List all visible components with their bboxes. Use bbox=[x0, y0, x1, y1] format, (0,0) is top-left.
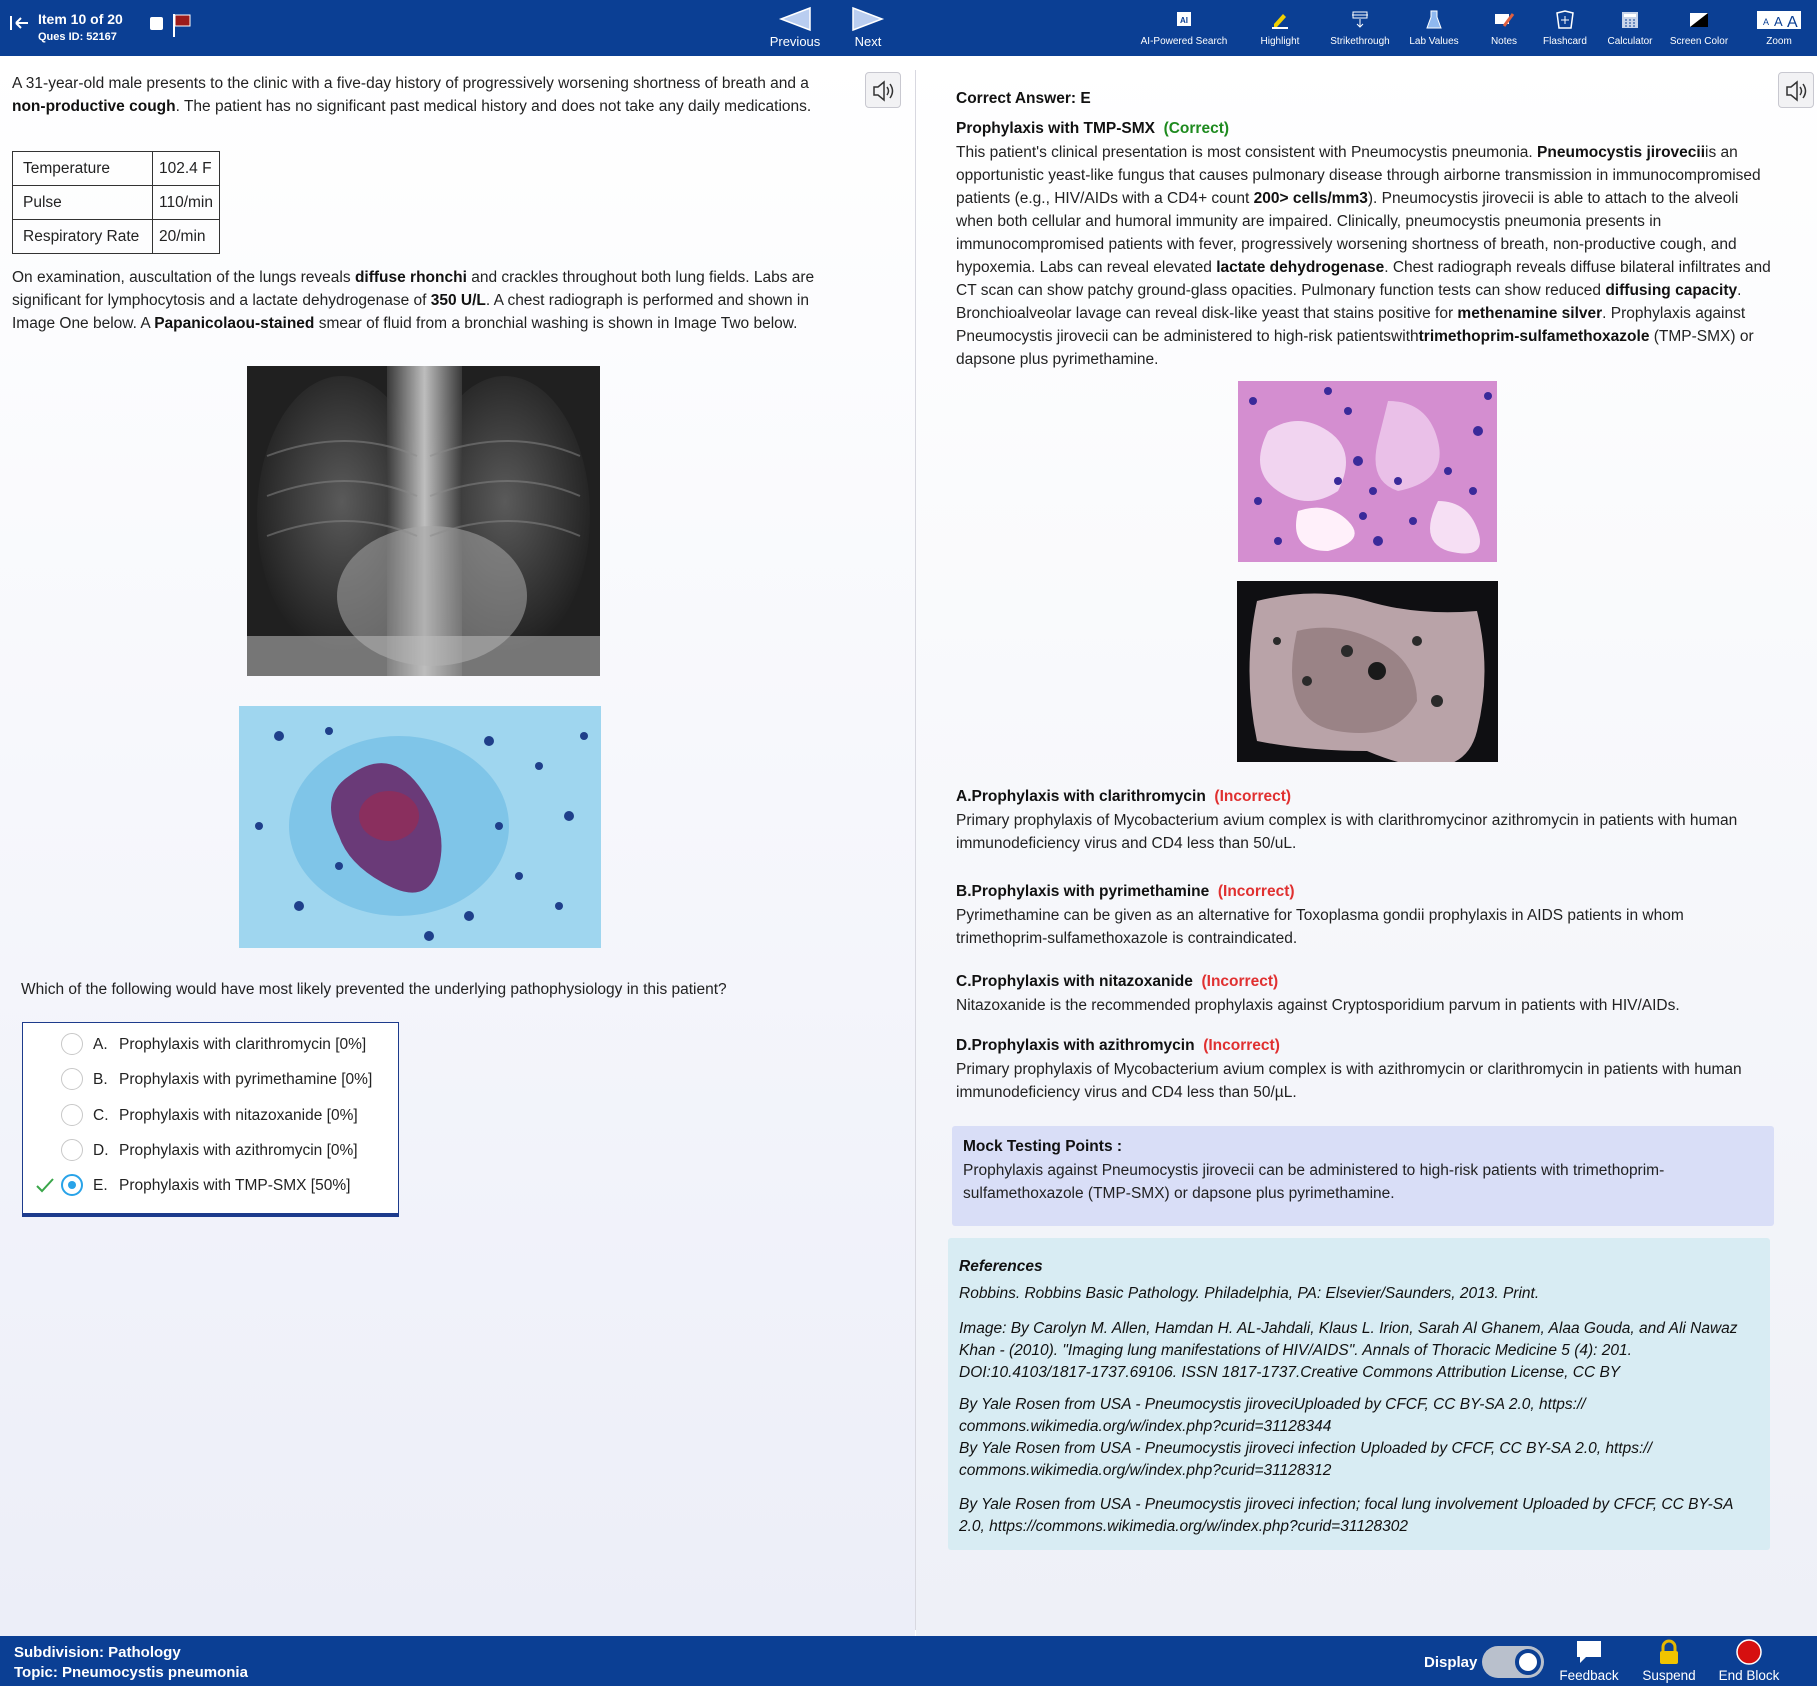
option-d-explanation: Primary prophylaxis of Mycobacterium avi… bbox=[956, 1061, 1742, 1101]
mark-checkbox[interactable] bbox=[150, 17, 163, 30]
ai-icon: AI bbox=[1177, 12, 1191, 26]
incorrect-tag: (Incorrect) bbox=[1203, 1037, 1280, 1054]
calculator-icon bbox=[1622, 12, 1638, 28]
radio-button[interactable] bbox=[61, 1139, 83, 1161]
bottom-bar: Subdivision: Pathology Topic: Pneumocyst… bbox=[0, 1636, 1817, 1686]
feedback-button[interactable]: Feedback bbox=[1556, 1638, 1622, 1683]
table-row: Respiratory Rate 20/min bbox=[12, 219, 220, 254]
screen-color-tool[interactable]: Screen Color bbox=[1666, 6, 1732, 52]
flag-icon[interactable] bbox=[172, 12, 192, 38]
incorrect-tag: (Incorrect) bbox=[1214, 788, 1292, 805]
exam-findings: On examination, auscultation of the lung… bbox=[12, 269, 815, 332]
item-counter: Item 10 of 20 bbox=[38, 11, 123, 27]
zoom-font-icon: AAA bbox=[1757, 11, 1801, 31]
correct-answer-title: Prophylaxis with TMP-SMX (Correct) bbox=[956, 120, 1230, 137]
option-a-title: A.Prophylaxis with clarithromycin (Incor… bbox=[956, 788, 1292, 805]
reference-item: Image: By Carolyn M. Allen, Hamdan H. AL… bbox=[959, 1320, 1738, 1381]
table-row: Temperature 102.4 F bbox=[12, 151, 220, 186]
option-d-title: D.Prophylaxis with azithromycin (Incorre… bbox=[956, 1037, 1280, 1054]
topic-label: Topic: Pneumocystis pneumonia bbox=[14, 1664, 248, 1681]
radio-button-selected[interactable] bbox=[61, 1174, 83, 1196]
next-button[interactable]: Next bbox=[833, 4, 903, 52]
svg-text:A: A bbox=[1763, 17, 1769, 27]
suspend-button[interactable]: Suspend bbox=[1640, 1638, 1698, 1683]
reference-item: By Yale Rosen from USA - Pneumocystis ji… bbox=[959, 1440, 1652, 1479]
exit-arrow-icon[interactable] bbox=[8, 12, 30, 34]
flask-icon bbox=[1426, 10, 1442, 29]
answer-option-c[interactable]: C. Prophylaxis with nitazoxanide [0%] bbox=[23, 1099, 400, 1133]
svg-text:A: A bbox=[1774, 14, 1783, 29]
mock-text: Prophylaxis against Pneumocystis jirovec… bbox=[963, 1162, 1665, 1202]
incorrect-tag: (Incorrect) bbox=[1201, 973, 1279, 990]
highlighter-icon bbox=[1272, 14, 1288, 29]
ai-search-tool[interactable]: AI AI-Powered Search bbox=[1138, 6, 1230, 52]
reference-item: By Yale Rosen from USA - Pneumocystis ji… bbox=[959, 1396, 1586, 1435]
mock-title: Mock Testing Points : bbox=[963, 1138, 1123, 1155]
option-c-explanation: Nitazoxanide is the recommended prophyla… bbox=[956, 997, 1680, 1014]
lab-values-tool[interactable]: Lab Values bbox=[1406, 6, 1462, 52]
option-c-title: C.Prophylaxis with nitazoxanide (Incorre… bbox=[956, 973, 1279, 990]
contrast-icon bbox=[1690, 13, 1708, 27]
strikethrough-icon bbox=[1352, 11, 1368, 28]
histology-image[interactable] bbox=[1238, 381, 1497, 562]
gross-lung-image[interactable] bbox=[1237, 581, 1498, 762]
lock-icon bbox=[1660, 1639, 1678, 1664]
calculator-tool[interactable]: Calculator bbox=[1603, 6, 1657, 52]
svg-text:A: A bbox=[1787, 14, 1798, 31]
read-aloud-button[interactable] bbox=[1778, 72, 1814, 108]
answer-option-a[interactable]: A. Prophylaxis with clarithromycin [0%] bbox=[23, 1028, 400, 1062]
read-aloud-button[interactable] bbox=[865, 72, 901, 108]
answer-option-e[interactable]: E. Prophylaxis with TMP-SMX [50%] bbox=[23, 1169, 400, 1203]
answer-option-d[interactable]: D. Prophylaxis with azithromycin [0%] bbox=[23, 1134, 400, 1168]
option-b-title: B.Prophylaxis with pyrimethamine (Incorr… bbox=[956, 883, 1295, 900]
notes-tool[interactable]: Notes bbox=[1484, 6, 1524, 52]
stop-circle-icon bbox=[1736, 1639, 1762, 1665]
question-id: Ques ID: 52167 bbox=[38, 31, 117, 43]
subdivision-label: Subdivision: Pathology bbox=[14, 1644, 181, 1661]
option-b-explanation: Pyrimethamine can be given as an alterna… bbox=[956, 907, 1684, 947]
display-toggle[interactable] bbox=[1482, 1646, 1544, 1678]
pap-smear-image[interactable] bbox=[239, 706, 601, 948]
references-box: References Robbins. Robbins Basic Pathol… bbox=[948, 1238, 1770, 1550]
radio-button[interactable] bbox=[61, 1033, 83, 1055]
chest-xray-image[interactable] bbox=[247, 366, 600, 676]
top-toolbar: Item 10 of 20 Ques ID: 52167 Previous Ne… bbox=[0, 0, 1817, 56]
answer-choices: A. Prophylaxis with clarithromycin [0%] … bbox=[22, 1022, 399, 1217]
question-prompt: Which of the following would have most l… bbox=[21, 981, 727, 998]
explanation-body: This patient's clinical presentation is … bbox=[956, 144, 1771, 368]
reference-item: Robbins. Robbins Basic Pathology. Philad… bbox=[959, 1285, 1540, 1302]
references-title: References bbox=[959, 1258, 1043, 1275]
option-a-explanation: Primary prophylaxis of Mycobacterium avi… bbox=[956, 812, 1738, 852]
mock-testing-points: Mock Testing Points : Prophylaxis agains… bbox=[952, 1126, 1774, 1226]
speaker-icon bbox=[1786, 80, 1807, 102]
notes-icon bbox=[1495, 13, 1515, 27]
display-label: Display bbox=[1424, 1654, 1478, 1671]
reference-item: By Yale Rosen from USA - Pneumocystis ji… bbox=[959, 1496, 1733, 1535]
table-row: Pulse 110/min bbox=[12, 185, 220, 220]
end-block-button[interactable]: End Block bbox=[1716, 1638, 1782, 1683]
speaker-icon bbox=[873, 80, 894, 102]
flashcard-icon bbox=[1556, 10, 1574, 29]
question-stem: A 31-year-old male presents to the clini… bbox=[12, 75, 812, 115]
correct-tag: (Correct) bbox=[1163, 120, 1230, 137]
strikethrough-tool[interactable]: Strikethrough bbox=[1328, 6, 1392, 52]
triangle-right-icon bbox=[852, 6, 885, 32]
incorrect-tag: (Incorrect) bbox=[1217, 883, 1295, 900]
svg-text:AI: AI bbox=[1180, 16, 1188, 25]
answer-option-b[interactable]: B. Prophylaxis with pyrimethamine [0%] bbox=[23, 1063, 400, 1097]
radio-button[interactable] bbox=[61, 1104, 83, 1126]
vitals-table: Temperature 102.4 F Pulse 110/min Respirat… bbox=[12, 151, 220, 254]
checkmark-icon bbox=[36, 1178, 54, 1193]
radio-button[interactable] bbox=[61, 1068, 83, 1090]
previous-button[interactable]: Previous bbox=[760, 4, 830, 52]
highlight-tool[interactable]: Highlight bbox=[1254, 6, 1306, 52]
speech-bubble-icon bbox=[1577, 1641, 1601, 1663]
correct-answer-label: Correct Answer: E bbox=[956, 90, 1091, 107]
flashcard-tool[interactable]: Flashcard bbox=[1538, 6, 1592, 52]
triangle-left-icon bbox=[778, 6, 811, 32]
zoom-tool[interactable]: AAA Zoom bbox=[1754, 6, 1804, 52]
